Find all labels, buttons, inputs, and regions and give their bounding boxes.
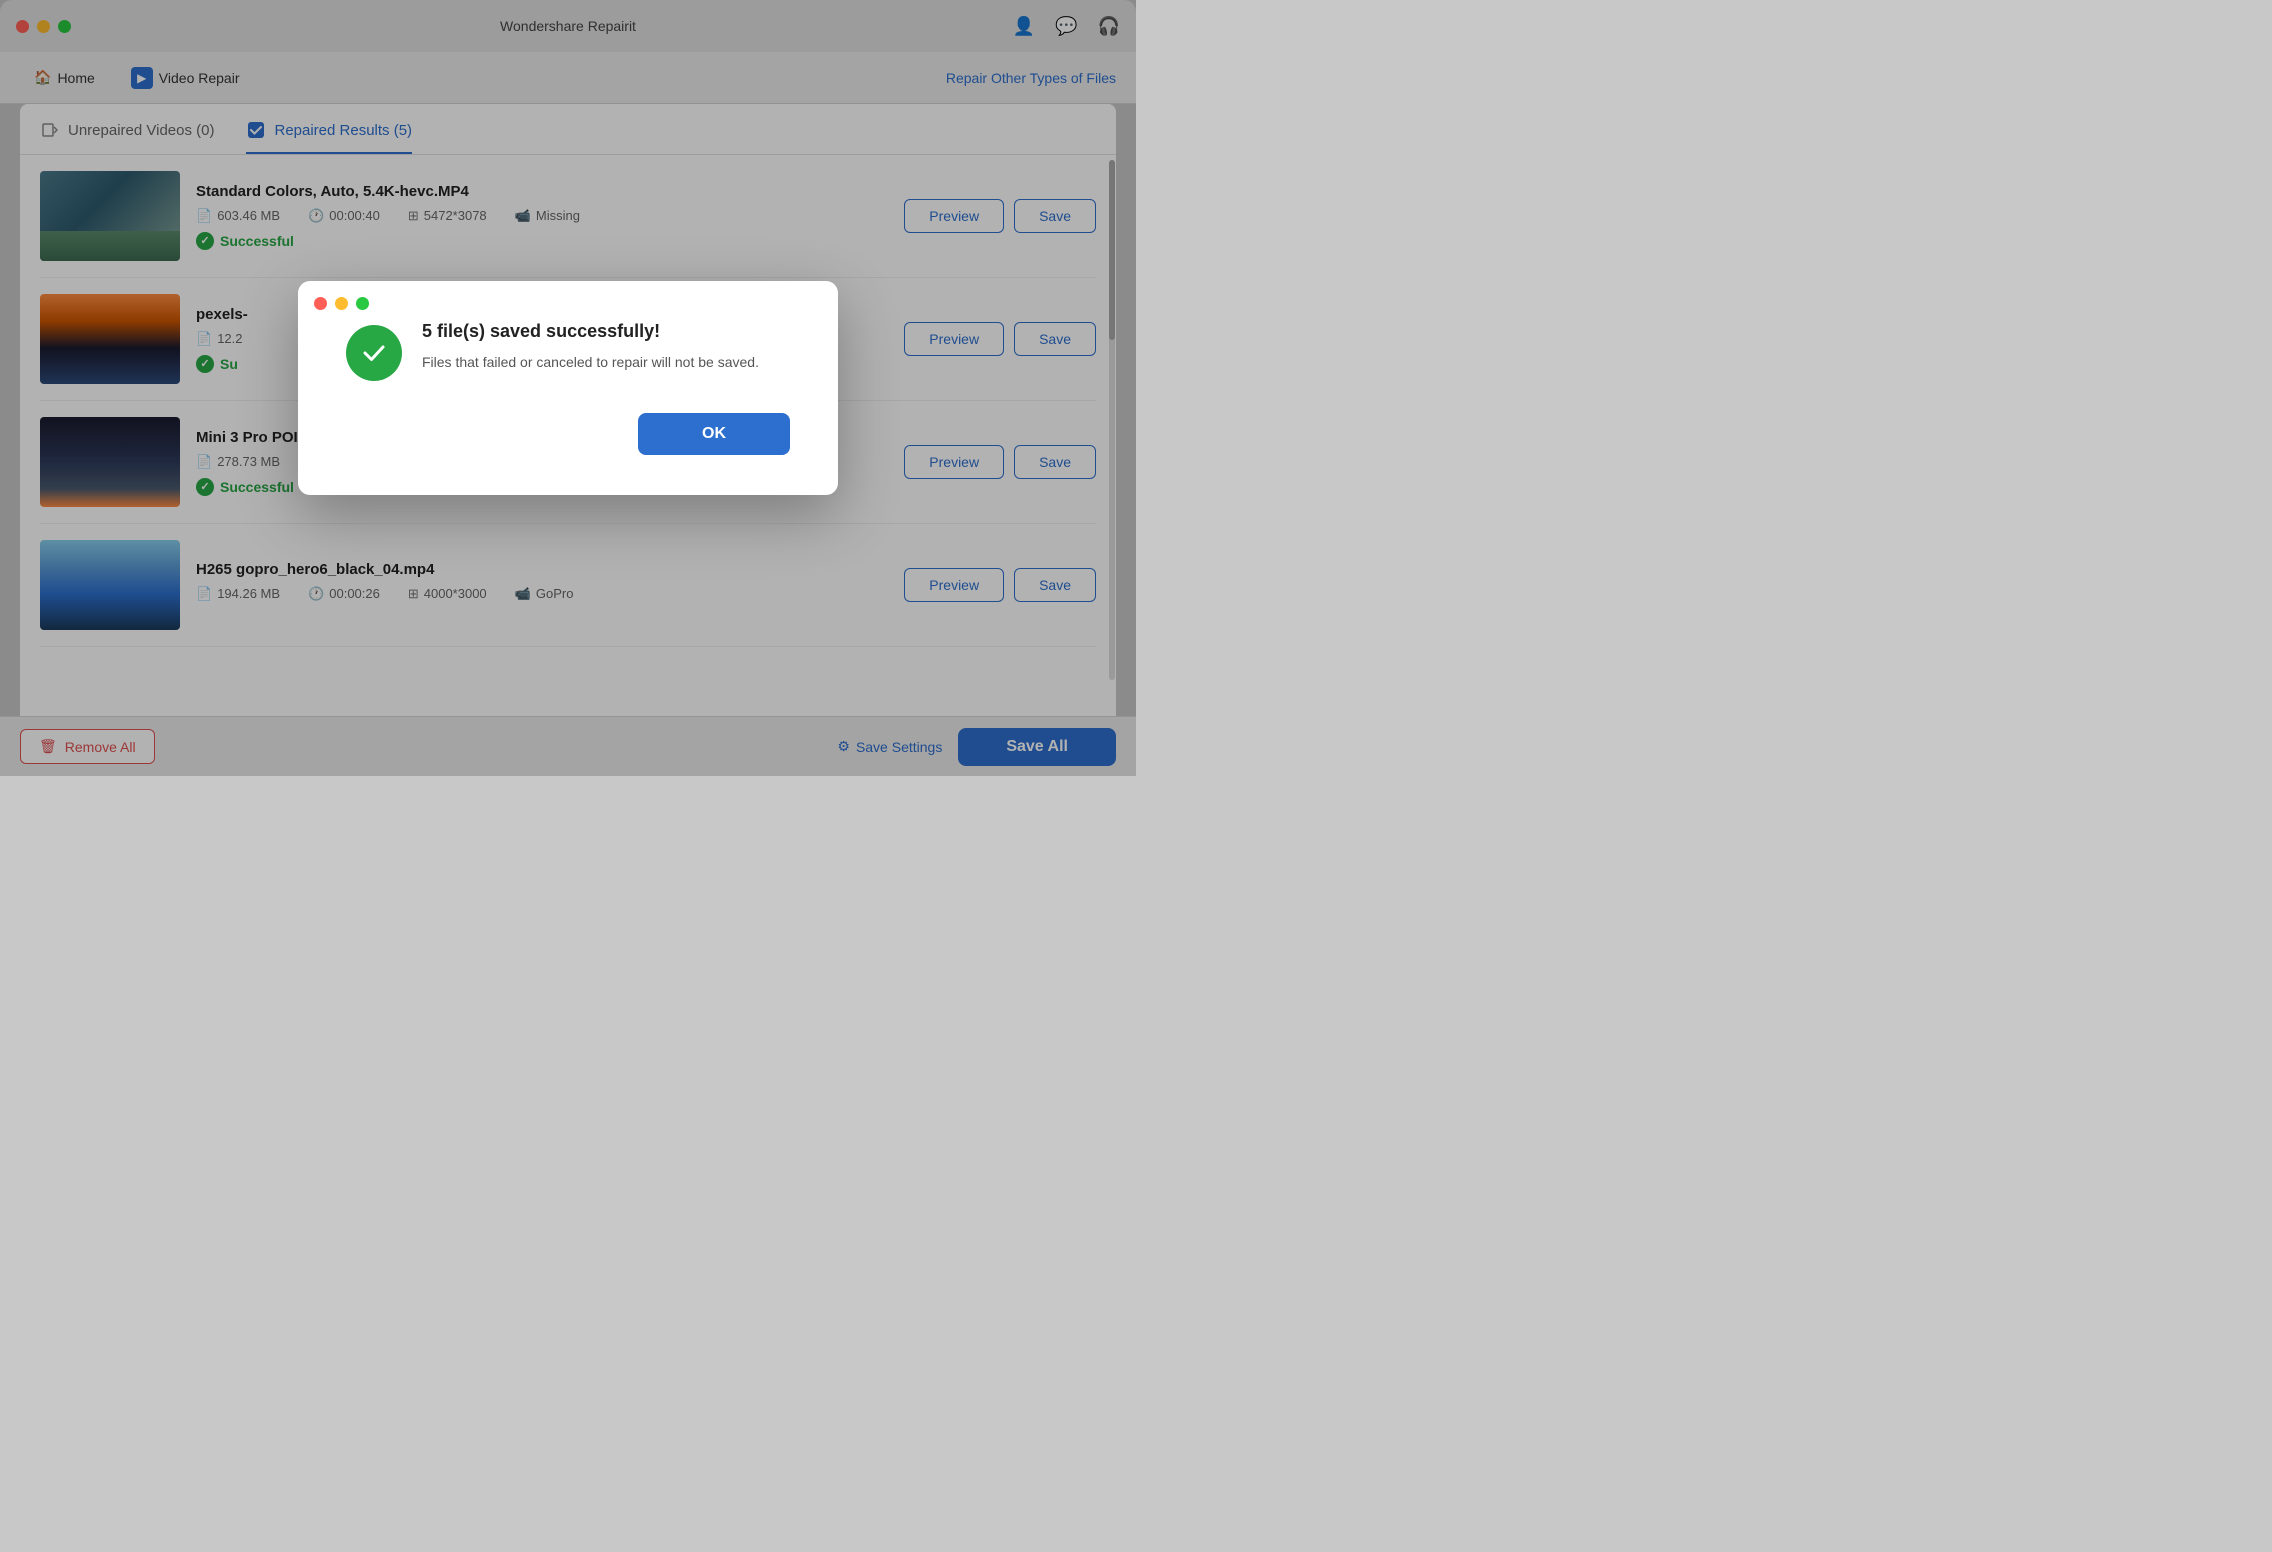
dialog-content: 5 file(s) saved successfully! Files that… [346, 321, 790, 381]
dialog-text: 5 file(s) saved successfully! Files that… [422, 321, 790, 373]
dialog-subtitle: Files that failed or canceled to repair … [422, 352, 790, 373]
ok-button[interactable]: OK [638, 413, 790, 455]
dialog-title: 5 file(s) saved successfully! [422, 321, 790, 342]
dialog-fullscreen-button[interactable] [356, 297, 369, 310]
dialog-minimize-button[interactable] [335, 297, 348, 310]
dialog-close-button[interactable] [314, 297, 327, 310]
dialog-actions: OK [346, 413, 790, 455]
success-dialog: 5 file(s) saved successfully! Files that… [298, 281, 838, 495]
success-check-icon [346, 325, 402, 381]
dialog-controls[interactable] [314, 297, 369, 310]
modal-overlay: 5 file(s) saved successfully! Files that… [0, 0, 1136, 776]
